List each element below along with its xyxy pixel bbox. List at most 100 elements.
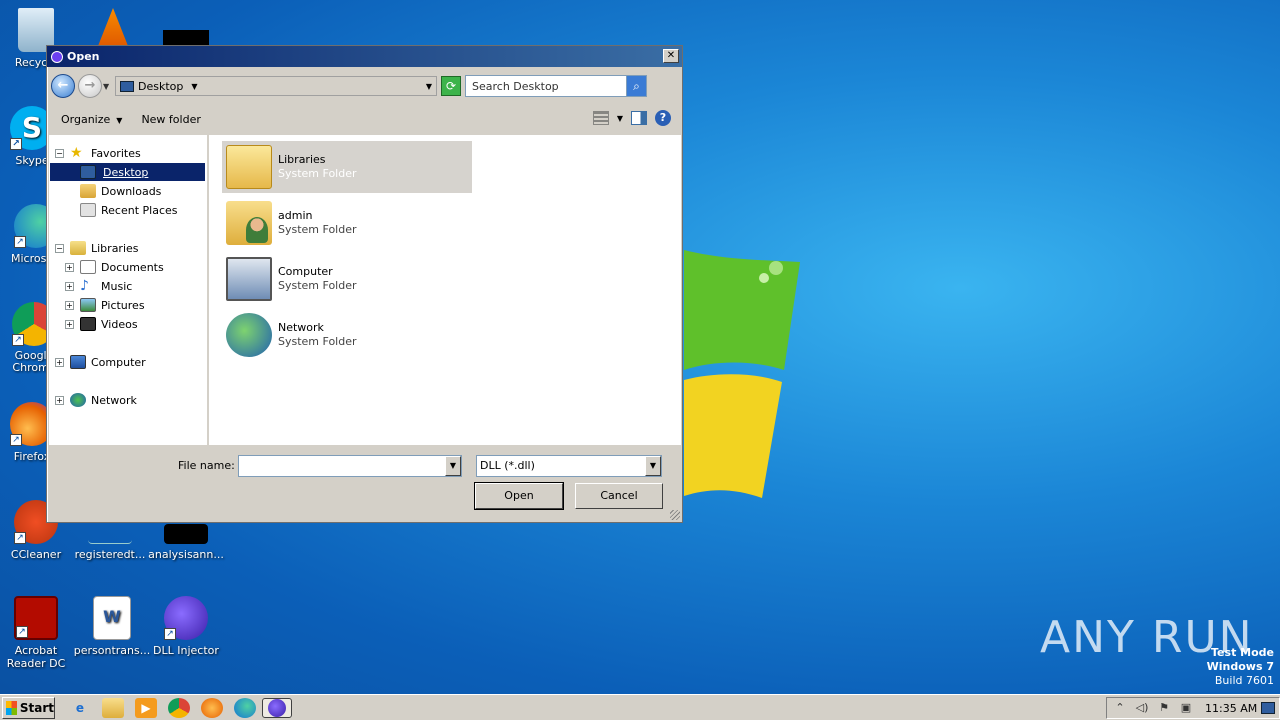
file-item-computer[interactable]: Computer System Folder: [222, 253, 472, 305]
view-dropdown-icon[interactable]: ▼: [617, 114, 623, 123]
file-icon: [164, 524, 208, 544]
tree-item-recent-places[interactable]: Recent Places: [80, 201, 178, 219]
collapse-icon[interactable]: −: [55, 243, 64, 253]
explorer-icon[interactable]: [102, 697, 124, 718]
dialog-titlebar[interactable]: Open: [47, 46, 682, 67]
file-type: System Folder: [278, 223, 357, 236]
tree-item-computer[interactable]: + Computer: [55, 353, 146, 371]
tree-item-downloads[interactable]: Downloads: [80, 182, 161, 200]
file-item-network[interactable]: Network System Folder: [222, 309, 472, 361]
documents-icon: [80, 260, 96, 274]
collapse-icon[interactable]: −: [55, 148, 64, 158]
forward-button[interactable]: →: [78, 74, 102, 98]
tree-item-documents[interactable]: + Documents: [65, 258, 164, 276]
address-bar[interactable]: Desktop ▼ ▼: [115, 76, 437, 96]
tree-label: Libraries: [91, 241, 139, 255]
expand-icon[interactable]: +: [65, 319, 74, 329]
redacted-icon: [163, 30, 209, 46]
dll-injector-taskbar-button[interactable]: [262, 697, 292, 718]
show-hidden-icons-icon[interactable]: ⌃: [1113, 702, 1127, 714]
vlc-icon[interactable]: [98, 8, 128, 46]
pictures-icon: [80, 298, 96, 312]
refresh-button[interactable]: ⟳: [441, 76, 461, 96]
tree-label: Music: [101, 279, 133, 293]
pane-splitter[interactable]: [207, 135, 208, 445]
cancel-button[interactable]: Cancel: [575, 483, 663, 509]
word-document-icon: W: [93, 596, 131, 640]
libraries-folder-icon: [226, 145, 272, 189]
file-item-libraries[interactable]: Libraries System Folder: [222, 141, 472, 193]
windows-version-line: Windows 7: [1206, 660, 1274, 673]
change-view-icon[interactable]: [592, 111, 609, 125]
taskbar: Start e ▶ ⌃ ◁) ⚑ ▣ 11:35 AM: [0, 694, 1280, 720]
internet-explorer-icon[interactable]: e: [69, 698, 91, 718]
expand-icon[interactable]: +: [55, 357, 64, 367]
recent-locations-dropdown[interactable]: ▼: [103, 82, 113, 91]
open-file-dialog: Open ✕ ← → ▼ Desktop ▼ ▼ ⟳ Search Deskto…: [46, 45, 683, 523]
show-desktop-icon[interactable]: [1261, 702, 1275, 714]
file-name: Network: [278, 321, 324, 334]
windows-flag-wallpaper: [684, 250, 800, 498]
file-type: System Folder: [278, 279, 357, 292]
desktop-icon-persontrans[interactable]: W persontrans...: [72, 596, 152, 657]
file-name-label: File name:: [178, 459, 235, 472]
tree-label: Downloads: [101, 184, 162, 198]
tree-item-libraries[interactable]: − Libraries: [55, 239, 139, 257]
network-tray-icon[interactable]: ▣: [1179, 702, 1193, 714]
desktop-icon-label: persontrans...: [73, 644, 151, 657]
expand-icon[interactable]: +: [55, 395, 64, 405]
recent-places-icon: [80, 203, 96, 217]
open-button[interactable]: Open: [474, 482, 564, 510]
tree-item-desktop[interactable]: Desktop: [50, 163, 205, 181]
edge-icon[interactable]: [234, 697, 256, 718]
file-name-dropdown[interactable]: ▼: [445, 456, 461, 476]
expand-icon[interactable]: +: [65, 262, 74, 272]
resize-grip[interactable]: [670, 510, 680, 520]
file-type-select[interactable]: DLL (*.dll) ▼: [476, 455, 662, 477]
address-location[interactable]: Desktop: [138, 80, 183, 93]
desktop-icon-label: registeredt...: [74, 548, 146, 561]
desktop-icon-dll-injector[interactable]: ↗ DLL Injector: [146, 596, 226, 657]
file-list: Libraries System Folder admin System Fol…: [209, 135, 681, 445]
tree-item-videos[interactable]: + Videos: [65, 315, 138, 333]
tree-item-network[interactable]: + Network: [55, 391, 137, 409]
desktop-icon-label: Acrobat Reader DC: [6, 644, 66, 670]
chevron-down-icon[interactable]: ▼: [191, 82, 197, 91]
clock[interactable]: 11:35 AM: [1205, 702, 1257, 715]
tree-item-favorites[interactable]: − ★ Favorites: [55, 144, 141, 162]
tree-item-pictures[interactable]: + Pictures: [65, 296, 145, 314]
search-input[interactable]: Search Desktop ⌕: [465, 75, 647, 97]
tree-label: Favorites: [91, 146, 141, 160]
start-button[interactable]: Start: [2, 696, 55, 719]
back-button[interactable]: ←: [51, 74, 75, 98]
desktop-icon-acrobat[interactable]: ↗ Acrobat Reader DC: [0, 596, 76, 670]
address-history-dropdown[interactable]: ▼: [426, 82, 432, 91]
file-name: Computer: [278, 265, 333, 278]
volume-icon[interactable]: ◁): [1135, 702, 1149, 714]
new-folder-button[interactable]: New folder: [135, 113, 206, 126]
firefox-icon[interactable]: [201, 697, 223, 718]
file-name-input[interactable]: ▼: [238, 455, 462, 477]
media-player-icon[interactable]: ▶: [135, 697, 157, 718]
close-button[interactable]: ✕: [663, 49, 679, 63]
windows-logo-icon: [6, 700, 17, 715]
desktop-icon: [80, 165, 96, 179]
file-item-admin[interactable]: admin System Folder: [222, 197, 472, 249]
organize-label: Organize: [61, 112, 111, 126]
tree-item-music[interactable]: + ♪ Music: [65, 277, 132, 295]
action-center-flag-icon[interactable]: ⚑: [1157, 702, 1171, 714]
preview-pane-icon[interactable]: [631, 111, 647, 125]
search-icon[interactable]: ⌕: [626, 76, 646, 96]
expand-icon[interactable]: +: [65, 281, 74, 291]
desktop-icon-label: analysisann...: [148, 548, 224, 561]
expand-icon[interactable]: +: [65, 300, 74, 310]
videos-icon: [80, 317, 96, 331]
user-folder-icon: [226, 201, 272, 245]
chrome-icon[interactable]: [168, 697, 190, 718]
build-line: Build 7601: [1214, 674, 1274, 687]
desktop-icon: [120, 80, 134, 92]
organize-button[interactable]: Organize ▼: [55, 113, 128, 126]
help-icon[interactable]: ?: [655, 110, 671, 126]
file-type-dropdown[interactable]: ▼: [645, 456, 661, 476]
system-tray: ⌃ ◁) ⚑ ▣ 11:35 AM: [1106, 697, 1280, 719]
